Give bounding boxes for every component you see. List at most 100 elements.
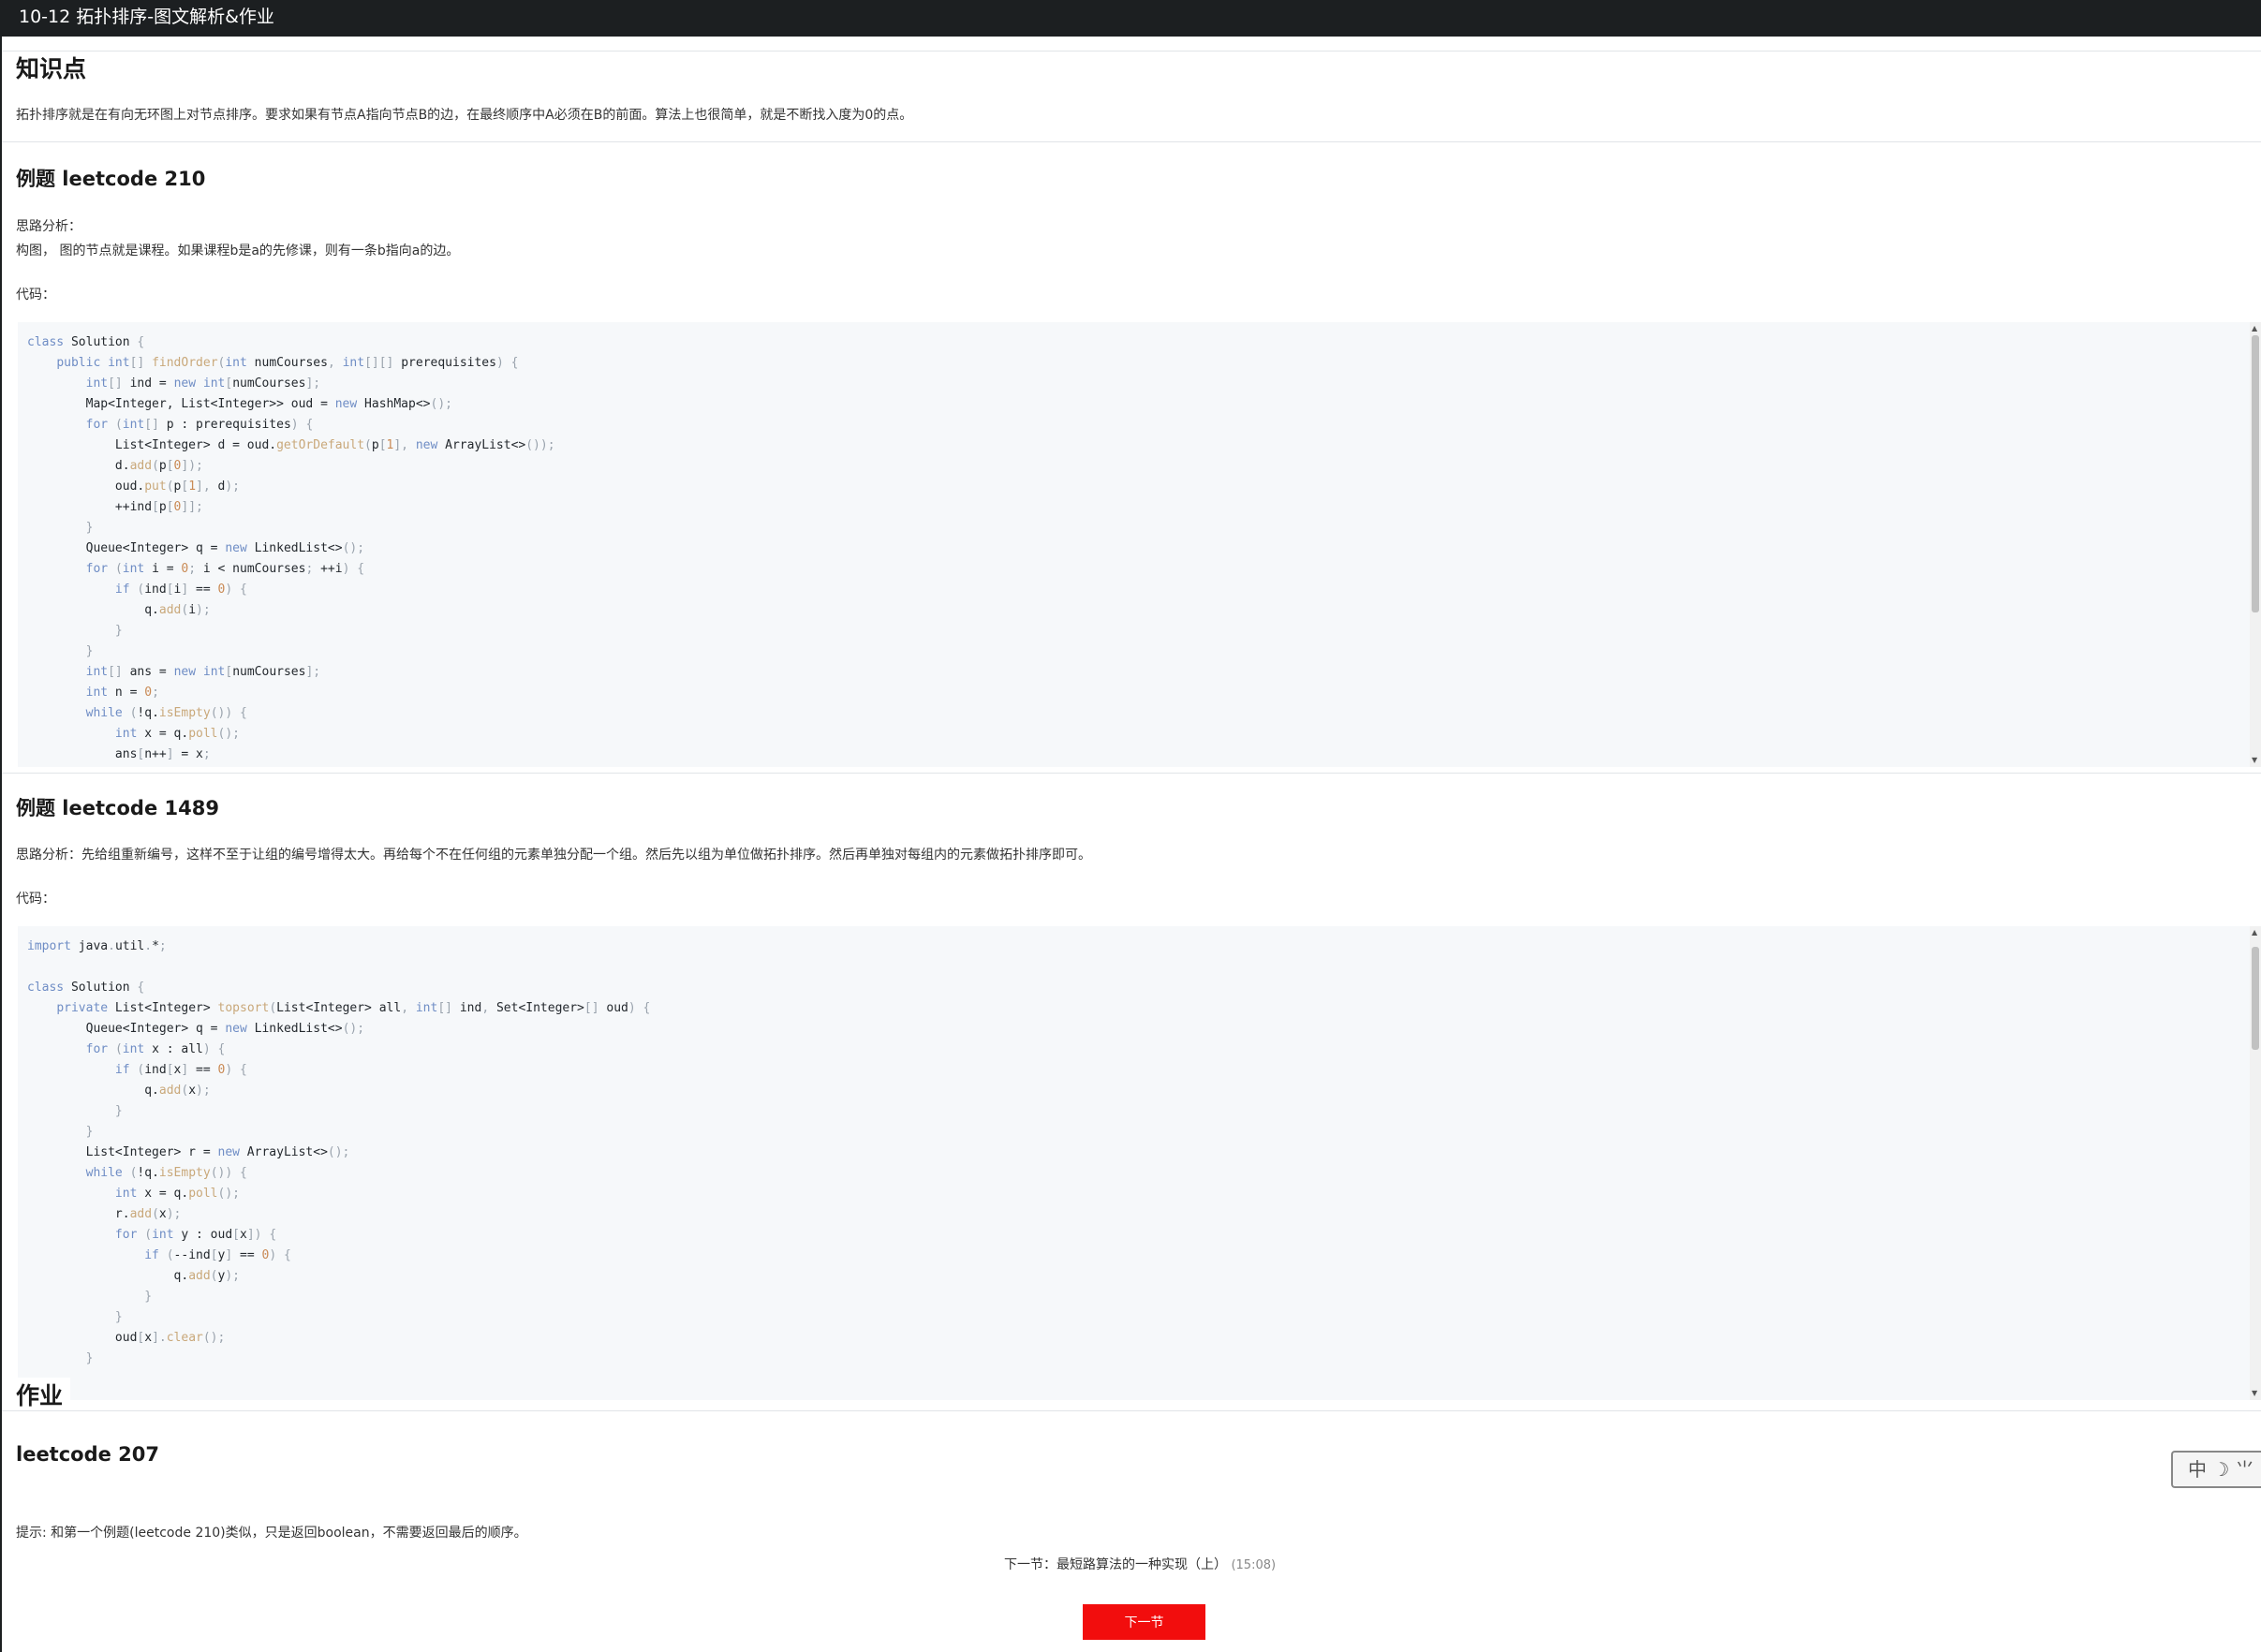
code-token: for [85,418,109,432]
code-block-210[interactable]: class Solution { public int[] findOrder(… [18,322,2261,767]
example-heading-210: 例题 leetcode 210 [16,168,206,190]
code-line: oud[x].clear(); [27,1328,2261,1349]
code-token: numCourses [232,665,306,679]
code-line: Queue<Integer> q = new LinkedList<>(); [27,1019,2261,1040]
code-token: ) [290,418,299,432]
code-token: [ [225,376,233,391]
ime-toolbar[interactable]: 中 ☽ ⺌ [2171,1451,2261,1488]
analysis-text-210: 构图， 图的节点就是课程。如果课程b是a的先修课，则有一条b指向a的边。 [16,243,460,258]
code-token: oud [27,1331,138,1345]
code-token: ); [225,479,240,494]
code-line: import java.util.*; [27,937,2261,957]
code-token: == [188,583,218,597]
code-token: ind = [122,376,174,391]
code-token: add [188,1269,211,1283]
code-line: if (--ind[y] == 0) { [27,1246,2261,1266]
code-line: for (int x : all) { [27,1040,2261,1060]
code-line: q.add(x); [27,1081,2261,1101]
code-token: { [269,1228,277,1242]
next-lesson-title[interactable]: 下一节：最短路算法的一种实现（上） [1004,1557,1227,1572]
code-line: int[] ind = new int[numCourses]; [27,374,2261,394]
code-line: } [27,518,2261,538]
code-line: Map<Integer, List<Integer>> oud = new Ha… [27,394,2261,415]
code-scrollbar-1489[interactable]: ▲ ▼ [2250,926,2261,1400]
code-token: == [232,1248,262,1262]
code-token: ; [202,747,211,761]
code-token: [] [108,376,123,391]
code-line: class Solution { [27,332,2261,353]
code-token: Set<Integer> [489,1001,584,1015]
code-token: new [225,1022,247,1036]
analysis-label-210: 思路分析： [16,219,81,234]
code-token: util [114,939,145,953]
code-token: class [27,981,65,995]
code-token: p : prerequisites [158,418,291,432]
ime-status-icons[interactable]: 中 ☽ ⺌ [2188,1458,2254,1481]
scroll-down-arrow-icon[interactable]: ▼ [2252,1390,2257,1397]
code-token: d. [27,459,130,473]
code-line: } [27,1101,2261,1122]
code-token: ()) [210,1166,233,1180]
code-token: ] [225,1248,233,1262]
code-token: ( [152,1207,159,1221]
code-token: ( [114,418,123,432]
code-token: [ [166,1063,174,1077]
scroll-thumb[interactable] [2252,947,2259,1050]
code-token: p [158,500,167,514]
code-token: } [85,521,94,535]
code-token: [ [166,500,174,514]
code-block-1489[interactable]: import java.util.*; class Solution { pri… [18,926,2261,1400]
scroll-down-arrow-icon[interactable]: ▼ [2252,757,2257,764]
code-line: private List<Integer> topsort(List<Integ… [27,998,2261,1019]
code-token: new [173,376,197,391]
code-token: findOrder [152,356,218,370]
code-token: . [108,939,115,953]
code-token: ( [210,1269,218,1283]
code-line: for (int[] p : prerequisites) { [27,415,2261,435]
knowledge-text: 拓扑排序就是在有向无环图上对节点排序。要求如果有节点A指向节点B的边，在最终顺序… [16,108,913,123]
code-line: oud.put(p[1], d); [27,477,2261,497]
code-token: x [188,1084,197,1098]
code-token: ] [166,747,174,761]
code-token: while [85,1166,123,1180]
code-token: topsort [217,1001,270,1015]
code-token: if [114,583,130,597]
scroll-up-arrow-icon[interactable]: ▲ [2252,929,2257,937]
next-lesson-info[interactable]: 下一节：最短路算法的一种实现（上） (15:08) [1004,1555,1276,1573]
code-token: x = q. [137,1187,189,1201]
code-line: } [27,1122,2261,1143]
code-token: int [122,418,145,432]
code-line: while (!q.isEmpty()) { [27,1163,2261,1184]
code-token: { [643,1001,651,1015]
code-token: } [114,1104,123,1118]
code-token: } [85,1351,94,1365]
code-token: ) [269,1248,277,1262]
code-token: int [202,376,226,391]
code-token: ) [628,1001,636,1015]
scroll-thumb[interactable] [2252,335,2259,612]
example-heading-1489: 例题 leetcode 1489 [16,797,219,819]
code-scrollbar-210[interactable]: ▲ ▼ [2250,322,2261,767]
code-line: r.add(x); [27,1204,2261,1225]
page-title: 10-12 拓扑排序-图文解析&作业 [19,7,274,27]
code-token: { [240,1166,247,1180]
code-token: Map<Integer, List<Integer>> oud = [27,397,335,411]
next-lesson-button[interactable]: 下一节 [1083,1604,1205,1640]
code-token: poll [188,1187,218,1201]
code-label-210: 代码： [16,288,55,302]
scroll-up-arrow-icon[interactable]: ▲ [2252,325,2257,332]
code-token: prerequisites [393,356,496,370]
code-token: add [158,603,182,617]
